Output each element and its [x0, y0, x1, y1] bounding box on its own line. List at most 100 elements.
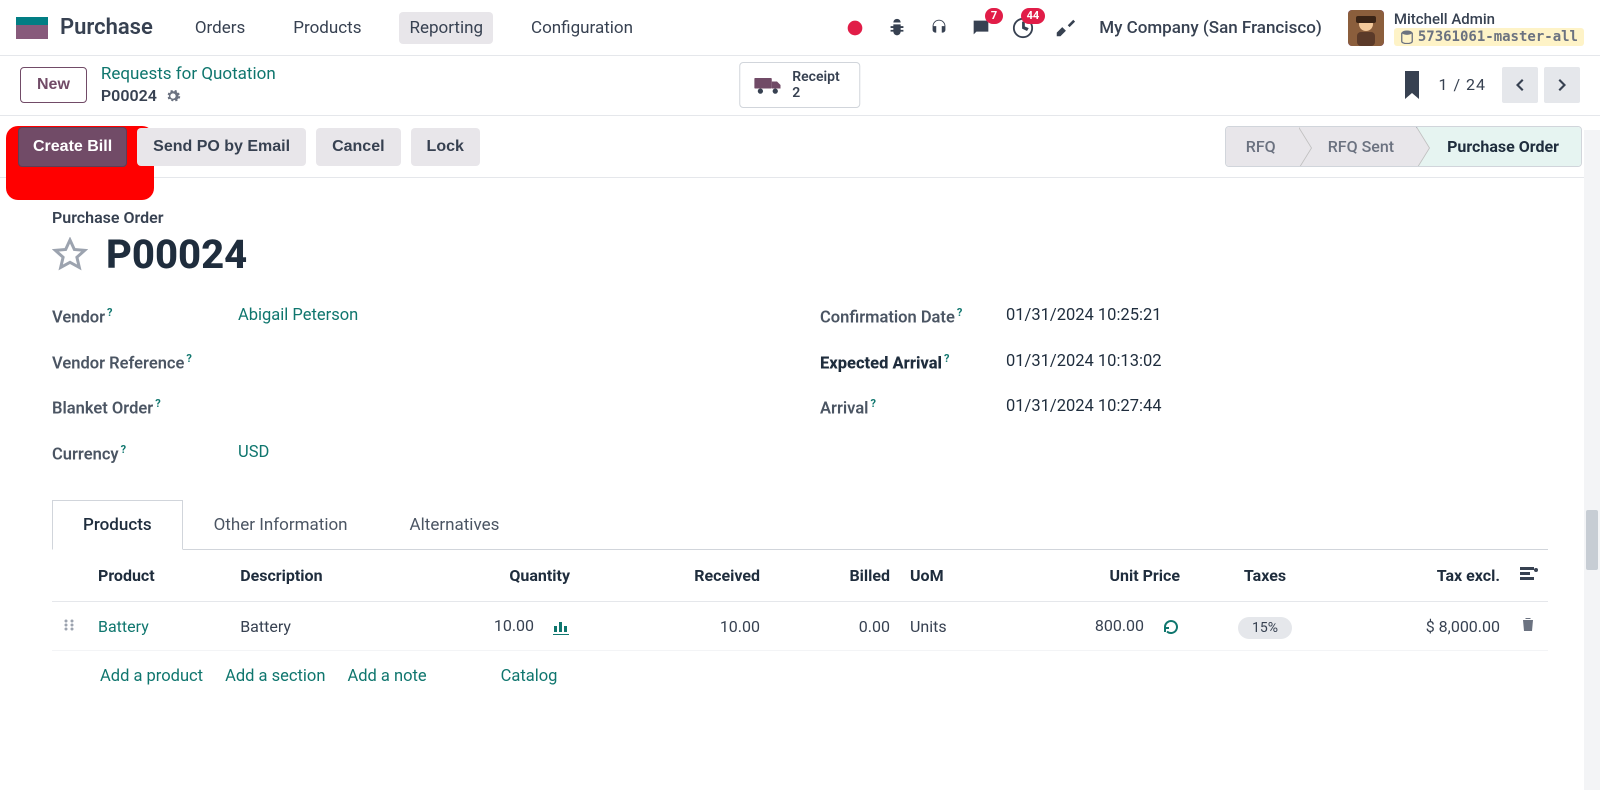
price-history-icon[interactable]: [1162, 618, 1180, 636]
activities-badge: 44: [1021, 8, 1046, 24]
status-purchase-order[interactable]: Purchase Order: [1416, 127, 1581, 166]
order-lines-table: Product Description Quantity Received Bi…: [52, 550, 1548, 651]
cell-received[interactable]: 10.00: [580, 602, 770, 651]
table-header-row: Product Description Quantity Received Bi…: [52, 550, 1548, 602]
send-po-button[interactable]: Send PO by Email: [137, 128, 306, 166]
label-vendor: Vendor?: [52, 306, 238, 328]
cell-tax-excl: $ 8,000.00: [1340, 602, 1510, 651]
table-row[interactable]: Battery Battery 10.00 10.00 0.00 Units 8…: [52, 602, 1548, 651]
activities-icon[interactable]: 44: [1011, 16, 1035, 40]
th-uom[interactable]: UoM: [900, 550, 1050, 602]
control-panel: New Requests for Quotation P00024 Receip…: [0, 56, 1600, 113]
drag-handle-icon[interactable]: [52, 602, 88, 651]
value-arrival: 01/31/2024 10:27:44: [1006, 397, 1162, 416]
value-vendor[interactable]: Abigail Peterson: [238, 306, 358, 325]
breadcrumb: Requests for Quotation P00024: [101, 64, 276, 105]
priority-star-icon[interactable]: [52, 237, 88, 273]
menu-orders[interactable]: Orders: [185, 12, 255, 44]
create-bill-button[interactable]: Create Bill: [18, 127, 127, 167]
new-button[interactable]: New: [20, 67, 87, 103]
th-received[interactable]: Received: [580, 550, 770, 602]
brand-logo[interactable]: [16, 17, 48, 39]
add-section-link[interactable]: Add a section: [225, 667, 325, 686]
doc-type-label: Purchase Order: [52, 208, 1548, 227]
database-tag: 57361061-master-all: [1394, 28, 1584, 46]
avatar: [1348, 10, 1384, 46]
value-currency[interactable]: USD: [238, 443, 269, 462]
truck-icon: [754, 74, 782, 96]
status-rfq[interactable]: RFQ: [1226, 127, 1298, 166]
doc-title: P00024: [106, 231, 247, 278]
company-switcher[interactable]: My Company (San Francisco): [1099, 18, 1322, 38]
label-blanket-order: Blanket Order?: [52, 397, 238, 419]
cell-description[interactable]: Battery: [230, 602, 420, 651]
lock-button[interactable]: Lock: [411, 128, 480, 166]
tools-icon[interactable]: [1053, 16, 1077, 40]
add-product-link[interactable]: Add a product: [100, 667, 203, 686]
pager-next[interactable]: [1544, 67, 1580, 103]
tab-other-information[interactable]: Other Information: [183, 500, 379, 549]
forecast-chart-icon[interactable]: [552, 618, 570, 636]
catalog-link[interactable]: Catalog: [501, 667, 558, 686]
th-quantity[interactable]: Quantity: [420, 550, 580, 602]
cell-billed[interactable]: 0.00: [770, 602, 900, 651]
cell-product[interactable]: Battery: [98, 617, 149, 636]
bookmark-icon[interactable]: [1402, 71, 1422, 99]
record-indicator-icon[interactable]: [843, 16, 867, 40]
add-links: Add a product Add a section Add a note C…: [52, 651, 1548, 702]
support-icon[interactable]: [927, 16, 951, 40]
breadcrumb-current: P00024: [101, 86, 157, 105]
th-description[interactable]: Description: [230, 550, 420, 602]
pager-area: 1 / 24: [1402, 67, 1580, 103]
tab-alternatives[interactable]: Alternatives: [379, 500, 531, 549]
cell-uom[interactable]: Units: [900, 602, 1050, 651]
th-product[interactable]: Product: [88, 550, 230, 602]
delete-row-icon[interactable]: [1510, 602, 1548, 651]
label-expected-arrival: Expected Arrival?: [820, 352, 1006, 374]
th-billed[interactable]: Billed: [770, 550, 900, 602]
status-bar: RFQ RFQ Sent Purchase Order: [1225, 126, 1582, 167]
breadcrumb-parent[interactable]: Requests for Quotation: [101, 64, 276, 84]
receipt-count: 2: [792, 85, 839, 101]
cell-quantity[interactable]: 10.00: [420, 602, 580, 651]
menu-reporting[interactable]: Reporting: [399, 12, 493, 44]
messages-icon[interactable]: 7: [969, 16, 993, 40]
left-fields: Vendor? Abigail Peterson Vendor Referenc…: [52, 306, 780, 464]
th-tax-excl[interactable]: Tax excl.: [1340, 550, 1510, 602]
user-menu[interactable]: Mitchell Admin 57361061-master-all: [1348, 10, 1584, 46]
notebook-tabs: Products Other Information Alternatives: [52, 500, 1548, 550]
action-bar: Create Bill Send PO by Email Cancel Lock…: [0, 115, 1600, 178]
top-nav: Purchase Orders Products Reporting Confi…: [0, 0, 1600, 56]
label-arrival: Arrival?: [820, 397, 1006, 419]
th-taxes[interactable]: Taxes: [1190, 550, 1340, 602]
label-currency: Currency?: [52, 443, 238, 465]
systray: 7 44 My Company (San Francisco) Mitchell…: [843, 10, 1584, 46]
bug-icon[interactable]: [885, 16, 909, 40]
pager-text[interactable]: 1 / 24: [1438, 75, 1486, 94]
value-expected-arrival[interactable]: 01/31/2024 10:13:02: [1006, 352, 1162, 371]
main-menu: Orders Products Reporting Configuration: [185, 12, 643, 44]
tab-products[interactable]: Products: [52, 500, 183, 550]
form-sheet: Purchase Order P00024 Vendor? Abigail Pe…: [0, 178, 1600, 784]
cell-unit-price[interactable]: 800.00: [1050, 602, 1190, 651]
menu-configuration[interactable]: Configuration: [521, 12, 643, 44]
column-options[interactable]: [1510, 550, 1548, 602]
gear-icon[interactable]: [165, 88, 181, 104]
receipt-label: Receipt: [792, 69, 839, 85]
receipt-stat-button[interactable]: Receipt 2: [739, 62, 860, 108]
cancel-button[interactable]: Cancel: [316, 128, 400, 166]
th-unit-price[interactable]: Unit Price: [1050, 550, 1190, 602]
status-rfq-sent[interactable]: RFQ Sent: [1298, 127, 1416, 166]
user-name: Mitchell Admin: [1394, 10, 1584, 28]
cell-taxes[interactable]: 15%: [1190, 602, 1340, 651]
value-confirmation-date: 01/31/2024 10:25:21: [1006, 306, 1162, 325]
pager-prev[interactable]: [1502, 67, 1538, 103]
label-confirmation-date: Confirmation Date?: [820, 306, 1006, 328]
app-name[interactable]: Purchase: [60, 15, 153, 40]
right-fields: Confirmation Date? 01/31/2024 10:25:21 E…: [820, 306, 1548, 464]
menu-products[interactable]: Products: [283, 12, 371, 44]
label-vendor-reference: Vendor Reference?: [52, 352, 238, 374]
messages-badge: 7: [985, 8, 1003, 24]
page-scrollbar[interactable]: [1584, 130, 1600, 790]
add-note-link[interactable]: Add a note: [347, 667, 426, 686]
